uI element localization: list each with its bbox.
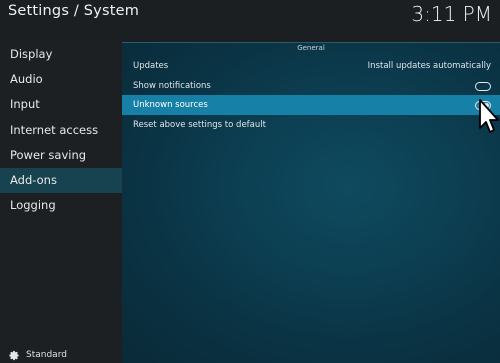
settings-panel: General Updates Install updates automati… — [122, 42, 500, 363]
settings-level-button[interactable]: Standard — [9, 347, 67, 363]
sidebar-item-display[interactable]: Display — [0, 42, 122, 67]
top-bar: Settings / System 3:11 PM — [0, 0, 500, 42]
setting-label: Updates — [133, 61, 169, 71]
mouse-pointer-icon — [479, 99, 499, 133]
sidebar-menu: Display Audio Input Internet access Powe… — [0, 42, 122, 218]
sidebar-item-add-ons[interactable]: Add-ons — [0, 167, 122, 194]
sidebar-item-audio[interactable]: Audio — [0, 67, 122, 92]
gear-icon — [9, 350, 19, 360]
setting-updates[interactable]: Updates Install updates automatically — [122, 56, 500, 76]
section-divider — [122, 42, 500, 43]
sidebar-item-power-saving[interactable]: Power saving — [0, 143, 122, 168]
setting-label: Show notifications — [133, 81, 211, 91]
sidebar: Display Audio Input Internet access Powe… — [0, 42, 122, 363]
setting-label: Unknown sources — [133, 100, 208, 110]
sidebar-item-internet-access[interactable]: Internet access — [0, 118, 122, 143]
setting-show-notifications[interactable]: Show notifications — [122, 76, 500, 96]
setting-reset-defaults[interactable]: Reset above settings to default — [122, 115, 500, 135]
setting-unknown-sources[interactable]: Unknown sources — [122, 95, 500, 115]
page-title: Settings / System — [8, 3, 140, 19]
toggle-knob — [477, 84, 482, 89]
toggle-switch-off[interactable] — [475, 81, 491, 91]
section-title: General — [297, 44, 325, 52]
settings-level-label: Standard — [26, 350, 67, 360]
setting-label: Reset above settings to default — [133, 120, 266, 130]
setting-value: Install updates automatically — [367, 61, 491, 71]
sidebar-item-logging[interactable]: Logging — [0, 193, 122, 218]
clock: 3:11 PM — [411, 2, 492, 26]
sidebar-item-input[interactable]: Input — [0, 92, 122, 117]
